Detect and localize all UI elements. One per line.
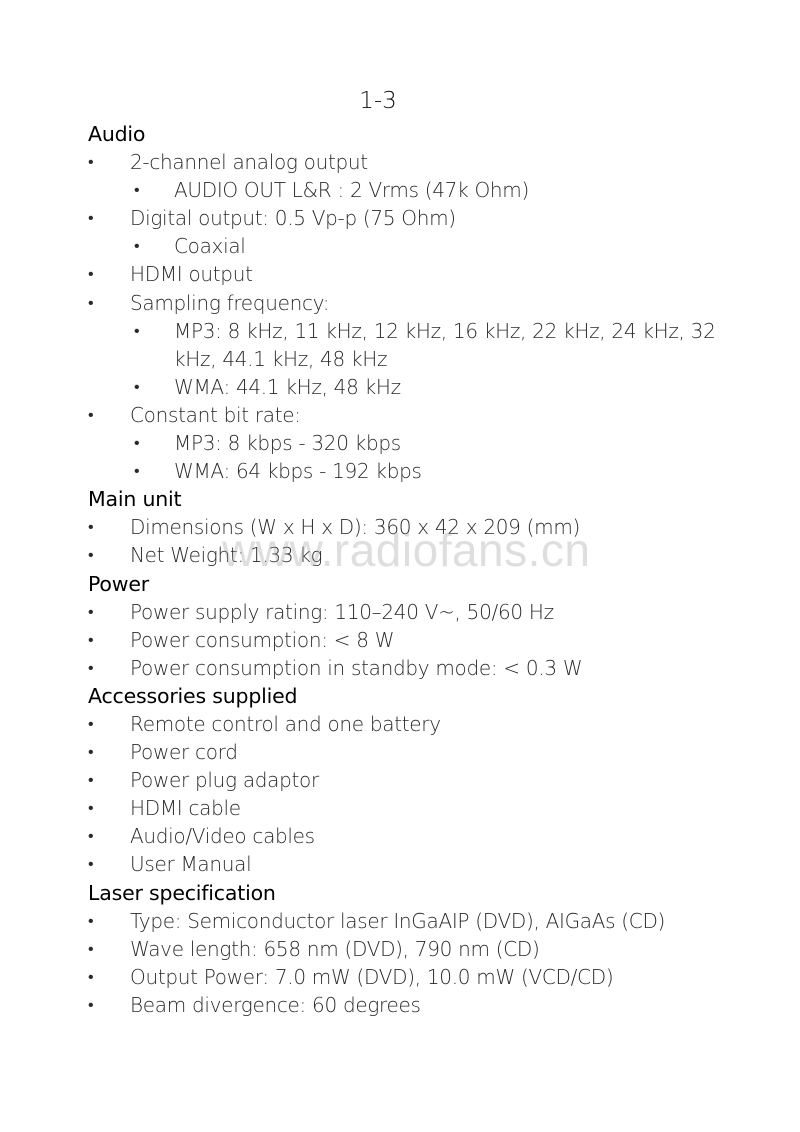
list-item-text: Type: Semiconductor laser InGaAIP (DVD),… — [130, 908, 666, 933]
bullet-icon: • — [88, 854, 94, 874]
list-item-text: MP3: 8 kbps - 320 kbps — [174, 431, 401, 456]
bullet-icon: • — [88, 657, 94, 677]
page-number: 1-3 — [359, 88, 397, 114]
list-item-text: HDMI cable — [130, 796, 241, 821]
sub-list-item: • WMA: 64 kbps - 192 kbps — [88, 457, 748, 485]
section-heading-main-unit: Main unit — [88, 487, 182, 512]
list-item: • Net Weight: 1.33 kg — [88, 541, 748, 569]
bullet-icon: • — [88, 517, 94, 537]
bullet-icon: • — [134, 320, 140, 340]
list-item-text: Power cord — [130, 740, 238, 765]
spec-list: Audio • 2-channel analog output • AUDIO OU… — [88, 120, 748, 1019]
bullet-icon: • — [88, 713, 94, 733]
bullet-icon: • — [88, 798, 94, 818]
sub-list-item-continuation: kHz, 44.1 kHz, 48 kHz — [88, 345, 748, 373]
bullet-icon: • — [88, 938, 94, 958]
list-item: • Power consumption: < 8 W — [88, 626, 748, 654]
list-item-text: Coaxial — [174, 234, 246, 259]
list-item: • Output Power: 7.0 mW (DVD), 10.0 mW (VC… — [88, 963, 748, 991]
list-item: • Dimensions (W x H x D): 360 x 42 x 209 … — [88, 513, 748, 541]
list-item-text: Dimensions (W x H x D): 360 x 42 x 209 (… — [130, 515, 581, 540]
bullet-icon: • — [134, 236, 140, 256]
list-item-text: MP3: 8 kHz, 11 kHz, 12 kHz, 16 kHz, 22 k… — [174, 318, 716, 343]
bullet-icon: • — [134, 433, 140, 453]
bullet-icon: • — [88, 404, 94, 424]
section-heading-power: Power — [88, 571, 149, 596]
list-item-text: Power consumption: < 8 W — [130, 627, 395, 652]
bullet-icon: • — [134, 461, 140, 481]
list-item-text: Wave length: 658 nm (DVD), 790 nm (CD) — [130, 936, 540, 961]
list-item-text: Digital output: 0.5 Vp-p (75 Ohm) — [130, 206, 456, 231]
bullet-icon: • — [88, 826, 94, 846]
bullet-icon: • — [88, 601, 94, 621]
list-item: • Power cord — [88, 738, 748, 766]
list-item-text: AUDIO OUT L&R : 2 Vrms (47k Ohm) — [174, 178, 529, 203]
bullet-icon: • — [88, 770, 94, 790]
bullet-icon: • — [88, 994, 94, 1014]
list-item: • Remote control and one battery — [88, 710, 748, 738]
list-item: • Beam divergence: 60 degrees — [88, 991, 748, 1019]
list-item-text: Net Weight: 1.33 kg — [130, 543, 323, 568]
bullet-icon: • — [88, 742, 94, 762]
list-item: • Sampling frequency: — [88, 289, 748, 317]
list-item: • 2-channel analog output — [88, 148, 748, 176]
bullet-icon: • — [134, 376, 140, 396]
list-item: • HDMI cable — [88, 794, 748, 822]
sub-list-item: • Coaxial — [88, 232, 748, 260]
list-item: • User Manual — [88, 850, 748, 878]
list-item: • Power supply rating: 110–240 V~, 50/60 … — [88, 598, 748, 626]
section-heading-accessories: Accessories supplied — [88, 683, 298, 708]
list-item: • HDMI output — [88, 260, 748, 288]
section-heading-audio: Audio — [88, 122, 146, 146]
sub-list-item: • AUDIO OUT L&R : 2 Vrms (47k Ohm) — [88, 176, 748, 204]
list-item-text: Power plug adaptor — [130, 768, 319, 793]
bullet-icon: • — [88, 629, 94, 649]
list-item-text: Power supply rating: 110–240 V~, 50/60 H… — [130, 599, 554, 624]
bullet-icon: • — [88, 264, 94, 284]
bullet-icon: • — [134, 180, 140, 200]
list-item: • Digital output: 0.5 Vp-p (75 Ohm) — [88, 204, 748, 232]
bullet-icon: • — [88, 545, 94, 565]
list-item-text: Constant bit rate: — [130, 402, 301, 427]
list-item-text: kHz, 44.1 kHz, 48 kHz — [174, 346, 388, 371]
list-item-text: HDMI output — [130, 262, 253, 287]
sub-list-item: • WMA: 44.1 kHz, 48 kHz — [88, 373, 748, 401]
bullet-icon: • — [88, 292, 94, 312]
list-item-text: WMA: 64 kbps - 192 kbps — [174, 459, 422, 484]
bullet-icon: • — [88, 208, 94, 228]
list-item-text: Remote control and one battery — [130, 711, 441, 736]
bullet-icon: • — [88, 910, 94, 930]
bullet-icon: • — [88, 152, 94, 172]
sub-list-item: • MP3: 8 kbps - 320 kbps — [88, 429, 748, 457]
list-item-text: 2-channel analog output — [130, 150, 368, 175]
list-item-text: Power consumption in standby mode: < 0.3… — [130, 655, 583, 680]
list-item-text: User Manual — [130, 852, 252, 877]
list-item-text: Beam divergence: 60 degrees — [130, 992, 421, 1017]
section-heading-laser: Laser specification — [88, 880, 276, 905]
list-item-text: Sampling frequency: — [130, 290, 330, 315]
list-item: • Type: Semiconductor laser InGaAIP (DVD)… — [88, 907, 748, 935]
list-item: • Power plug adaptor — [88, 766, 748, 794]
sub-list-item: • MP3: 8 kHz, 11 kHz, 12 kHz, 16 kHz, 22 … — [88, 317, 748, 345]
list-item-text: WMA: 44.1 kHz, 48 kHz — [174, 374, 401, 399]
bullet-icon: • — [88, 966, 94, 986]
list-item: • Wave length: 658 nm (DVD), 790 nm (CD) — [88, 935, 748, 963]
list-item: • Power consumption in standby mode: < 0.… — [88, 654, 748, 682]
list-item: • Constant bit rate: — [88, 401, 748, 429]
list-item-text: Output Power: 7.0 mW (DVD), 10.0 mW (VCD… — [130, 964, 614, 989]
list-item-text: Audio/Video cables — [130, 824, 315, 849]
list-item: • Audio/Video cables — [88, 822, 748, 850]
